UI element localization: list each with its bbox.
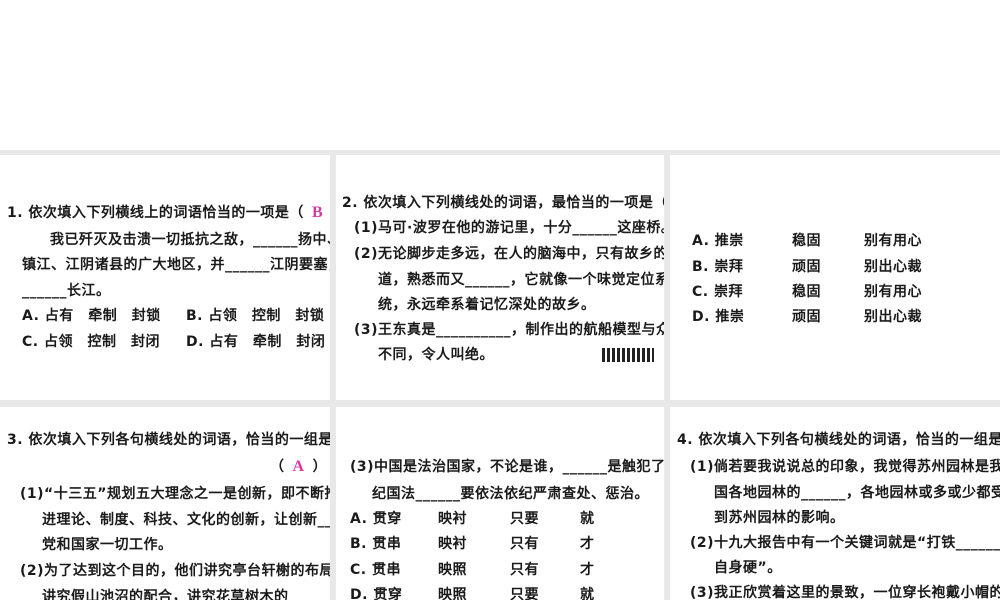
panel-q3-continued: (3)中国是法治国家，不论是谁，______是触犯了党 纪国法______要依法… <box>336 407 664 600</box>
q4-line: 到苏州园林的影响。 <box>714 510 845 526</box>
q1-option-b: B. 占领 控制 封锁 <box>186 308 325 324</box>
q4-line: 国各地园林的______，各地园林或多或少都受 <box>714 485 1000 501</box>
q3-line: 纪国法______要依法依纪严肃查处、惩治。 <box>372 486 649 502</box>
option-word: D. 推崇 <box>692 309 745 325</box>
q2-line: (3)王东真是__________，制作出的航船模型与众 <box>354 322 664 338</box>
option-word: 才 <box>580 562 595 578</box>
option-word: 只要 <box>510 587 539 600</box>
q2-option-d: D. 推崇 顽固 别出心裁 <box>692 308 922 326</box>
option-word: 稳固 <box>792 284 821 300</box>
option-word: 别有用心 <box>864 284 922 300</box>
option-word: 只有 <box>510 536 539 552</box>
q2-line: 不同，令人叫绝。 <box>378 347 494 363</box>
q1-line: 镇江、江阴诸县的广大地区，并______江阴要塞， <box>22 257 330 273</box>
q1-option-a: A. 占有 牵制 封锁 <box>22 308 161 324</box>
option-word: 别有用心 <box>864 233 922 249</box>
q3-title: 3. 依次填入下列各句横线处的词语，恰当的一组是 <box>7 432 330 448</box>
panel-q3: 3. 依次填入下列各句横线处的词语，恰当的一组是 （ A ） (1)“十三五”规划五… <box>0 407 330 600</box>
q1-line: ______长江。 <box>22 283 111 299</box>
q4-line: (1)倘若要我说说总的印象，我觉得苏州园林是我 <box>690 459 1000 475</box>
option-word: C. 崇拜 <box>692 284 743 300</box>
q3-option-b: B. 贯串 映衬 只有 才 <box>350 535 595 553</box>
q3-option-c: C. 贯串 映照 只有 才 <box>350 561 595 579</box>
q3-option-d: D. 贯穿 映照 只要 就 <box>350 586 595 600</box>
option-word: 映照 <box>438 562 467 578</box>
option-word: B. 贯串 <box>350 536 402 552</box>
option-word: 别出心裁 <box>864 309 922 325</box>
option-word: 顽固 <box>792 309 821 325</box>
q2-option-a: A. 推崇 稳固 别有用心 <box>692 232 922 250</box>
q3-option-a: A. 贯穿 映衬 只要 就 <box>350 510 595 528</box>
q2-title-text: 2. 依次填入下列横线处的词语，最恰当的一项是（ <box>342 195 664 211</box>
option-word: 稳固 <box>792 233 821 249</box>
q2-option-c: C. 崇拜 稳固 别有用心 <box>692 283 922 301</box>
paren-open: （ <box>270 459 285 475</box>
option-word: A. 贯穿 <box>350 511 402 527</box>
option-word: 才 <box>580 536 595 552</box>
option-word: 只要 <box>510 511 539 527</box>
q2-line: (2)无论脚步走多远，在人的脑海中，只有故乡的味 <box>354 246 664 262</box>
q1-option-d: D. 占有 牵制 封闭 <box>186 334 326 350</box>
option-word: 映衬 <box>438 511 467 527</box>
q3-line: 进理论、制度、科技、文化的创新，让创新______ <box>42 512 330 528</box>
option-word: 映照 <box>438 587 467 600</box>
q4-line: (3)我正欣赏着这里的景致，一位穿长袍戴小帽的老 <box>690 585 1000 600</box>
q2-title: 2. 依次填入下列横线处的词语，最恰当的一项是（D） <box>342 194 664 212</box>
option-word: 就 <box>580 587 595 600</box>
option-word: 就 <box>580 511 595 527</box>
option-word: C. 贯串 <box>350 562 401 578</box>
q1-title-text: 1. 依次填入下列横线上的词语恰当的一项是（ <box>7 205 304 221</box>
option-word: D. 贯穿 <box>350 587 403 600</box>
q4-title: 4. 依次填入下列各句横线处的词语，恰当的一组是（B） <box>677 431 1000 449</box>
option-word: 只有 <box>510 562 539 578</box>
q4-line: (2)十九大报告中有一个关键词就是“打铁______ <box>690 535 1000 551</box>
q4-title-text: 4. 依次填入下列各句横线处的词语，恰当的一组是（ <box>677 432 1000 448</box>
q3-answer: A <box>292 458 305 475</box>
q1-option-c: C. 占领 控制 封闭 <box>22 334 160 350</box>
q2-option-b: B. 崇拜 顽固 别出心裁 <box>692 258 922 276</box>
panel-q2: 2. 依次填入下列横线处的词语，最恰当的一项是（D） (1)马可·波罗在他的游记… <box>336 155 664 400</box>
q3-answer-line: （ A ） <box>270 458 327 476</box>
q1-line: 我已歼灭及击溃一切抵抗之敌，______扬中、 <box>50 232 330 248</box>
paren-close: ） <box>312 459 328 475</box>
q2-line: 统，永远牵系着记忆深处的故乡。 <box>378 297 596 313</box>
q3-line: (1)“十三五”规划五大理念之一是创新，即不断推 <box>20 486 330 502</box>
panel-q4: 4. 依次填入下列各句横线处的词语，恰当的一组是（B） (1)倘若要我说说总的印… <box>670 407 1000 600</box>
option-word: 映衬 <box>438 536 467 552</box>
panel-q2-options: A. 推崇 稳固 别有用心 B. 崇拜 顽固 别出心裁 C. 崇拜 稳固 别有用心 D. 推… <box>670 155 1000 400</box>
q3-line: (2)为了达到这个目的，他们讲究亭台轩榭的布局， <box>20 563 330 579</box>
q3-line: 讲究假山池沼的配合，讲究花草树木的______， <box>42 589 330 600</box>
q1-answer: B <box>311 204 324 221</box>
q3-line: 党和国家一切工作。 <box>42 537 173 553</box>
option-word: A. 推崇 <box>692 233 744 249</box>
option-word: 别出心裁 <box>864 259 922 275</box>
q2-line: (1)马可·波罗在他的游记里，十分______这座桥。 <box>354 220 664 236</box>
q4-line: 自身硬”。 <box>714 560 782 576</box>
option-word: 顽固 <box>792 259 821 275</box>
option-word: B. 崇拜 <box>692 259 744 275</box>
qr-code-icon[interactable] <box>602 348 654 362</box>
panel-q1: 1. 依次填入下列横线上的词语恰当的一项是（B） 我已歼灭及击溃一切抵抗之敌，_… <box>0 155 330 400</box>
q3-line: (3)中国是法治国家，不论是谁，______是触犯了党 <box>350 459 664 475</box>
q1-title: 1. 依次填入下列横线上的词语恰当的一项是（B） <box>7 204 330 222</box>
q2-line: 道，熟悉而又______，它就像一个味觉定位系 <box>378 272 664 288</box>
